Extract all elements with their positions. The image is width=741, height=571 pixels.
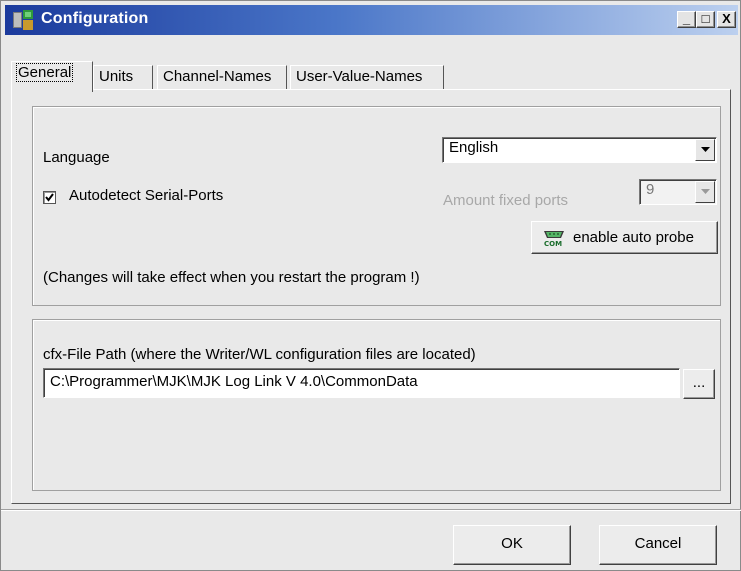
autodetect-checkbox[interactable] xyxy=(43,191,56,204)
configuration-window: Configuration _ □ X General Units Channe… xyxy=(0,0,741,571)
tab-channel-names-label: Channel-Names xyxy=(163,68,272,85)
language-label: Language xyxy=(43,149,110,166)
amount-fixed-ports-label: Amount fixed ports xyxy=(443,192,569,209)
title-bar[interactable]: Configuration _ □ X xyxy=(5,5,738,35)
cancel-button[interactable]: Cancel xyxy=(599,525,717,565)
cfx-path-label: cfx-File Path (where the Writer/WL confi… xyxy=(43,346,476,363)
app-icon xyxy=(13,10,33,30)
svg-text:COM: COM xyxy=(544,240,562,247)
language-select[interactable]: English xyxy=(442,137,717,163)
tab-channel-names[interactable]: Channel-Names xyxy=(157,65,287,90)
enable-auto-probe-label: enable auto probe xyxy=(573,229,694,246)
chevron-down-icon[interactable] xyxy=(695,181,715,203)
tab-units-label: Units xyxy=(99,68,134,85)
ok-button[interactable]: OK xyxy=(453,525,571,565)
tab-page-general: Language English Autodetect Serial-Ports… xyxy=(11,89,731,504)
close-button[interactable]: X xyxy=(717,11,736,28)
footer-separator xyxy=(1,509,741,511)
checkmark-icon xyxy=(45,193,54,202)
minimize-button[interactable]: _ xyxy=(677,11,696,28)
amount-fixed-ports-value: 9 xyxy=(646,181,655,198)
maximize-button[interactable]: □ xyxy=(696,11,715,28)
chevron-down-icon[interactable] xyxy=(695,139,715,161)
restart-note: (Changes will take effect when you resta… xyxy=(43,269,420,286)
tab-general[interactable]: General xyxy=(11,61,93,92)
cfx-path-group: cfx-File Path (where the Writer/WL confi… xyxy=(32,319,721,491)
browse-button[interactable]: ... xyxy=(683,369,715,399)
com-port-icon: COM xyxy=(544,231,564,247)
tab-general-label: General xyxy=(15,63,74,82)
amount-fixed-ports-select[interactable]: 9 xyxy=(639,179,717,205)
enable-auto-probe-button[interactable]: COM enable auto probe xyxy=(531,221,718,254)
language-select-value: English xyxy=(449,139,499,156)
tab-units[interactable]: Units xyxy=(93,65,153,90)
tab-user-value-names[interactable]: User-Value-Names xyxy=(290,65,444,90)
cfx-path-input[interactable]: C:\Programmer\MJK\MJK Log Link V 4.0\Com… xyxy=(43,368,680,398)
window-title: Configuration xyxy=(41,10,149,27)
autodetect-label: Autodetect Serial-Ports xyxy=(69,187,224,204)
settings-group: Language English Autodetect Serial-Ports… xyxy=(32,106,721,306)
tab-user-value-names-label: User-Value-Names xyxy=(296,68,423,85)
